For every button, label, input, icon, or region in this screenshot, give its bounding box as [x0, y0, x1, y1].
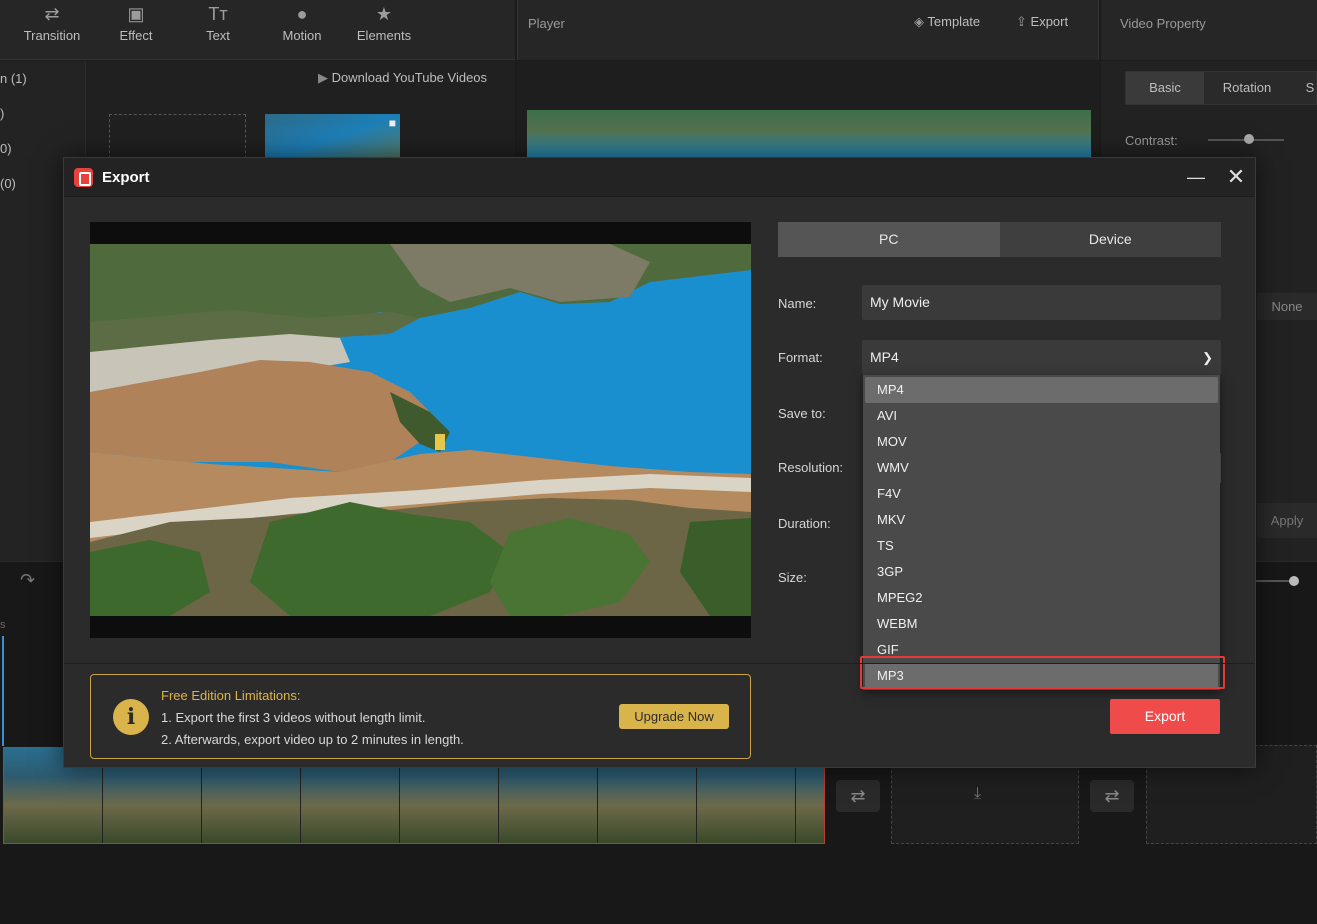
toolbar-motion[interactable]: ● Motion: [262, 0, 342, 60]
player-video[interactable]: [527, 110, 1091, 160]
format-select[interactable]: MP4 ❯: [862, 340, 1221, 375]
toolbar-effect[interactable]: ▣ Effect: [96, 0, 176, 60]
video-preview: [90, 222, 751, 638]
preview-scene: [90, 222, 751, 638]
motion-icon: ●: [296, 4, 308, 24]
apply-button[interactable]: Apply: [1257, 503, 1317, 538]
property-tabs: Basic Rotation S: [1125, 71, 1317, 105]
name-label: Name:: [778, 296, 817, 311]
tab-more[interactable]: S: [1302, 72, 1317, 104]
transition-slot-icon[interactable]: ⇄: [1090, 780, 1134, 812]
zoom-slider-knob[interactable]: [1289, 576, 1299, 586]
free-edition-notice: i Free Edition Limitations: 1. Export th…: [90, 674, 751, 759]
player-export-button[interactable]: ⇪ Export: [1016, 14, 1068, 30]
toolbar-text-label: Text: [206, 28, 230, 43]
export-target-tabs: PC Device: [778, 222, 1221, 257]
format-option-webm[interactable]: WEBM: [865, 611, 1218, 637]
tab-basic[interactable]: Basic: [1126, 72, 1204, 104]
toolbar-elements-label: Elements: [356, 28, 412, 43]
download-icon: ⤓: [974, 785, 982, 802]
top-toolbar: ⇄ Transition ▣ Effect Tт Text ● Motion ★…: [0, 0, 515, 60]
player-export-label: Export: [1030, 14, 1069, 29]
playhead[interactable]: [2, 636, 4, 746]
contrast-label: Contrast:: [1125, 133, 1178, 148]
format-option-3gp[interactable]: 3GP: [865, 559, 1218, 585]
tab-pc[interactable]: PC: [778, 222, 1000, 257]
property-header: Video Property: [1101, 0, 1317, 60]
dialog-title: Export: [102, 169, 150, 186]
media-sidebar-item[interactable]: (0): [0, 176, 16, 191]
media-sidebar-item[interactable]: n (1): [0, 71, 27, 86]
export-dialog: Export — ✕ PC Device Name: Format: Save …: [63, 157, 1256, 768]
info-icon: i: [113, 699, 149, 735]
duration-label: Duration:: [778, 516, 831, 531]
media-sidebar-item[interactable]: 0): [0, 141, 12, 156]
transition-icon: ⇄: [44, 4, 60, 24]
tab-rotation[interactable]: Rotation: [1206, 72, 1288, 104]
none-label: None: [1271, 299, 1303, 314]
toolbar-effect-label: Effect: [119, 28, 153, 43]
timeline-ruler: s: [0, 619, 6, 631]
media-sidebar-item[interactable]: ): [0, 106, 4, 121]
player-title: Player: [528, 16, 565, 31]
template-label: Template: [927, 14, 981, 29]
notice-line-1: 1. Export the first 3 videos without len…: [161, 710, 426, 725]
none-option[interactable]: None: [1257, 293, 1317, 320]
player-header: Player ◈ Template ⇪ Export: [517, 0, 1099, 60]
chevron-down-icon: ❯: [1202, 350, 1213, 365]
toolbar-text[interactable]: Tт Text: [178, 0, 258, 60]
format-option-mov[interactable]: MOV: [865, 429, 1218, 455]
size-label: Size:: [778, 570, 807, 585]
name-input[interactable]: My Movie: [862, 285, 1221, 320]
dialog-divider: [64, 663, 1255, 664]
download-youtube-label: Download YouTube Videos: [331, 70, 488, 85]
elements-icon: ★: [375, 4, 393, 24]
format-dropdown-list: MP4 AVI MOV WMV F4V MKV TS 3GP MPEG2 WEB…: [863, 375, 1220, 690]
save-to-label: Save to:: [778, 406, 826, 421]
format-option-f4v[interactable]: F4V: [865, 481, 1218, 507]
contrast-slider-knob[interactable]: [1244, 134, 1254, 144]
notice-line-2: 2. Afterwards, export video up to 2 minu…: [161, 732, 464, 747]
transition-slot-icon[interactable]: ⇄: [836, 780, 880, 812]
upload-icon: ⇪: [1016, 14, 1027, 29]
download-youtube-link[interactable]: ▶ Download YouTube Videos: [318, 70, 487, 86]
format-select-value: MP4: [870, 349, 899, 365]
format-label: Format:: [778, 350, 823, 365]
upgrade-now-button[interactable]: Upgrade Now: [619, 704, 729, 729]
text-icon: Tт: [208, 4, 228, 24]
effect-icon: ▣: [127, 4, 145, 24]
template-button[interactable]: ◈ Template: [914, 14, 980, 30]
minimize-icon[interactable]: —: [1182, 163, 1210, 191]
format-option-wmv[interactable]: WMV: [865, 455, 1218, 481]
toolbar-motion-label: Motion: [282, 28, 322, 43]
redo-icon[interactable]: ↷: [20, 570, 35, 591]
format-option-avi[interactable]: AVI: [865, 403, 1218, 429]
toolbar-elements[interactable]: ★ Elements: [344, 0, 424, 60]
highlight-frame: [860, 656, 1225, 689]
toolbar-transition[interactable]: ⇄ Transition: [12, 0, 92, 60]
tab-device[interactable]: Device: [999, 222, 1221, 257]
format-option-mp4[interactable]: MP4: [865, 377, 1218, 403]
export-button[interactable]: Export: [1110, 699, 1220, 734]
format-option-mpeg2[interactable]: MPEG2: [865, 585, 1218, 611]
format-option-mkv[interactable]: MKV: [865, 507, 1218, 533]
app-logo-icon: [74, 168, 93, 187]
layers-icon: ◈: [914, 14, 924, 29]
dialog-titlebar: Export — ✕: [64, 158, 1255, 197]
resolution-label: Resolution:: [778, 460, 844, 475]
property-title: Video Property: [1120, 16, 1206, 31]
apply-label: Apply: [1270, 513, 1304, 528]
close-icon[interactable]: ✕: [1222, 163, 1250, 191]
video-camera-icon: ■: [388, 116, 396, 130]
youtube-icon: ▶: [318, 70, 328, 85]
toolbar-transition-label: Transition: [23, 28, 81, 43]
format-option-ts[interactable]: TS: [865, 533, 1218, 559]
notice-title: Free Edition Limitations:: [161, 688, 301, 703]
